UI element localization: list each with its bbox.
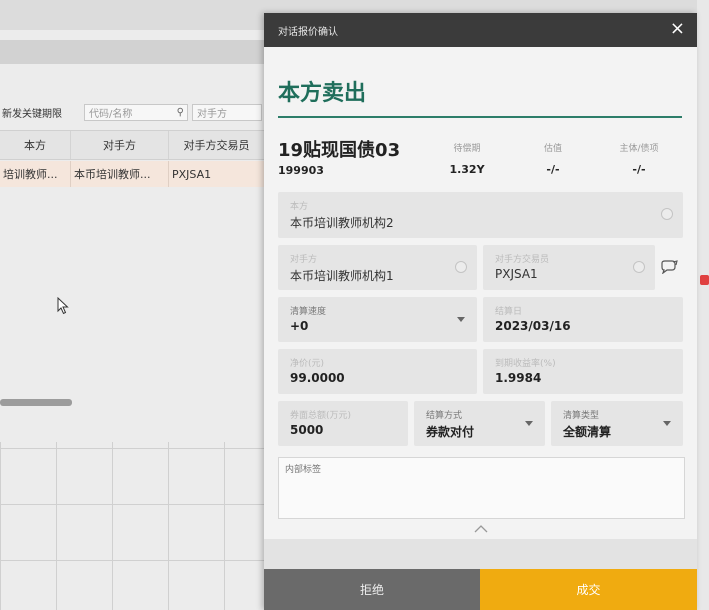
stat-rating: 主体/债项 -/- (609, 141, 669, 176)
stat-label: 估值 (543, 144, 562, 154)
bond-code: 199903 (278, 164, 324, 177)
filter-label: 新发关键期限 (2, 108, 62, 120)
notification-mark-icon (700, 275, 709, 285)
settlement-method-select[interactable]: 结算方式 券款对付 (414, 401, 545, 446)
counterparty-value: 本币培训教师机构1 (290, 269, 394, 283)
chevron-down-icon[interactable] (525, 421, 533, 426)
background-grid-area (0, 442, 264, 610)
column-header-own-party[interactable]: 本方 (0, 131, 71, 159)
close-button[interactable]: × (670, 19, 685, 39)
net-price-label: 净价(元) (290, 359, 325, 369)
own-party-label: 本方 (290, 202, 309, 212)
internal-tag-textarea[interactable]: 内部标签 (278, 457, 685, 519)
chevron-down-icon[interactable] (457, 317, 465, 322)
direction-title: 本方卖出 (278, 81, 367, 106)
own-party-value: 本币培训教师机构2 (290, 216, 394, 230)
table-cell: 培训教师... (0, 161, 71, 187)
title-divider (278, 116, 682, 118)
clearing-type-select[interactable]: 清算类型 全额清算 (551, 401, 683, 446)
dialog-header-title: 对话报价确认 (278, 26, 338, 38)
background-toolbar-strip (0, 40, 264, 64)
chevron-up-icon[interactable] (474, 525, 488, 533)
yield-label: 到期收益率(%) (495, 359, 556, 369)
stat-valuation: 估值 -/- (523, 141, 583, 176)
stat-label: 主体/债项 (619, 144, 659, 154)
stat-label: 待偿期 (453, 144, 481, 154)
stat-value: -/- (546, 163, 560, 176)
yield-field[interactable]: 到期收益率(%) 1.9984 (483, 349, 683, 394)
reject-button[interactable]: 拒绝 (264, 569, 480, 610)
column-header-counterparty[interactable]: 对手方 (71, 131, 169, 159)
search-icon[interactable]: ⚲ (177, 107, 184, 118)
stat-remaining-term: 待偿期 1.32Y (437, 141, 497, 176)
code-search-input[interactable]: 代码/名称 ⚲ (84, 103, 188, 121)
collapse-toggle[interactable] (264, 519, 697, 539)
counterparty-search-placeholder: 对手方 (197, 108, 227, 120)
dialog-footer-spacer (264, 539, 697, 569)
horizontal-scrollbar[interactable] (0, 399, 72, 406)
yield-value: 1.9984 (495, 371, 542, 385)
face-amount-value: 5000 (290, 423, 324, 437)
settlement-speed-value: +0 (290, 319, 309, 333)
internal-tag-placeholder: 内部标签 (285, 465, 322, 475)
settlement-speed-select[interactable]: 清算速度 +0 (278, 297, 477, 342)
counterparty-search-input[interactable]: 对手方 (192, 103, 262, 121)
table-row[interactable]: 培训教师... 本币培训教师... PXJSA1 (0, 161, 264, 187)
settlement-method-label: 结算方式 (426, 411, 463, 421)
code-search-placeholder: 代码/名称 (89, 108, 133, 120)
face-amount-label: 券面总额(万元) (290, 411, 352, 421)
clearing-type-label: 清算类型 (563, 411, 600, 421)
quote-confirm-dialog: 对话报价确认 × 本方卖出 19贴现国债03 199903 待偿期 1.32Y … (264, 13, 697, 610)
column-header-counterparty-trader[interactable]: 对手方交易员 (169, 131, 264, 159)
table-cell: PXJSA1 (172, 167, 212, 181)
table-cell: 本币培训教师... (71, 161, 169, 187)
table-header: 本方 对手方 对手方交易员 (0, 130, 264, 160)
stat-value: -/- (632, 163, 646, 176)
face-amount-field[interactable]: 券面总额(万元) 5000 (278, 401, 408, 446)
counterparty-radio-icon[interactable] (455, 261, 467, 273)
counterparty-trader-field[interactable]: 对手方交易员 PXJSA1 (483, 245, 655, 290)
own-party-radio-icon[interactable] (661, 208, 673, 220)
mouse-cursor-icon (57, 297, 69, 315)
dialog-header: 对话报价确认 × (264, 13, 697, 47)
settlement-speed-label: 清算速度 (290, 307, 327, 317)
counterparty-label: 对手方 (290, 255, 318, 265)
bond-name: 19贴现国债03 (278, 140, 401, 161)
settlement-date-value: 2023/03/16 (495, 319, 571, 333)
counterparty-trader-radio-icon[interactable] (633, 261, 645, 273)
chat-icon[interactable] (660, 260, 678, 274)
filter-row: 新发关键期限 代码/名称 ⚲ 对手方 (0, 100, 264, 124)
own-party-field[interactable]: 本方 本币培训教师机构2 (278, 192, 683, 238)
counterparty-field[interactable]: 对手方 本币培训教师机构1 (278, 245, 477, 290)
settlement-date-field: 结算日 2023/03/16 (483, 297, 683, 342)
counterparty-trader-value: PXJSA1 (495, 267, 538, 281)
background-panel (0, 30, 264, 442)
net-price-field[interactable]: 净价(元) 99.0000 (278, 349, 477, 394)
right-edge-panel (697, 0, 709, 610)
counterparty-trader-label: 对手方交易员 (495, 255, 550, 265)
deal-button[interactable]: 成交 (480, 569, 697, 610)
chevron-down-icon[interactable] (663, 421, 671, 426)
settlement-date-label: 结算日 (495, 307, 523, 317)
net-price-value: 99.0000 (290, 371, 345, 385)
stat-value: 1.32Y (449, 163, 485, 176)
